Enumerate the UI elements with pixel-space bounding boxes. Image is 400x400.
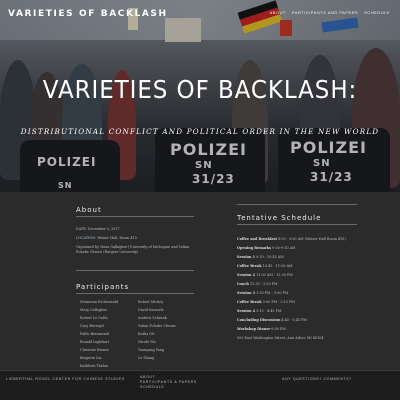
divider bbox=[237, 204, 357, 205]
schedule-item: Coffee Break 3:00 PM - 3:15 PM bbox=[237, 300, 295, 304]
date-label: DATE: bbox=[76, 227, 87, 231]
nav-schedule[interactable]: Schedule bbox=[364, 10, 390, 15]
participant-left: Mary Gallagher bbox=[80, 308, 108, 312]
schedule-label: Opening Remarks bbox=[237, 246, 272, 250]
participant-right: Le Zhang bbox=[138, 356, 155, 360]
divider bbox=[76, 270, 194, 271]
participant-left: Bingwen Liu bbox=[80, 356, 102, 360]
main-content: About DATE: December 5, 2017 LOCATION: W… bbox=[0, 192, 400, 370]
participant-right: Nicole Wu bbox=[138, 340, 156, 344]
hero-subtitle: DISTRIBUTIONAL CONFLICT AND POLITICAL OR… bbox=[20, 127, 380, 136]
divider bbox=[237, 224, 357, 225]
participants-heading: Participants bbox=[76, 283, 130, 291]
schedule-time: 6:00 PM bbox=[271, 327, 286, 331]
nav-participants[interactable]: Participants and Papers bbox=[292, 10, 358, 15]
schedule-item: Opening Remarks 9:00-9:10 AM bbox=[237, 246, 296, 250]
about-location: LOCATION: Weiser Hall, Room 415 bbox=[76, 236, 137, 240]
schedule-time: 3:15 - 4:45 PM bbox=[256, 309, 282, 313]
schedule-time: 1:30 PM - 3:00 PM bbox=[256, 291, 289, 295]
about-date: DATE: December 5, 2017 bbox=[76, 227, 120, 231]
participant-left: Kathleen Thelen bbox=[80, 364, 109, 368]
schedule-label: Session 1 bbox=[237, 255, 255, 259]
schedule-time: 9:10 - 10:45 AM bbox=[256, 255, 284, 259]
top-nav: About Participants and Papers Schedule bbox=[270, 10, 390, 15]
hero-title: VARIETIES OF BACKLASH: bbox=[42, 75, 358, 104]
schedule-time: 4:45 - 5:45 PM bbox=[281, 318, 307, 322]
participant-left: Sebastian Eichenwald bbox=[80, 300, 119, 304]
footer-link-schedule[interactable]: Schedule bbox=[140, 385, 164, 389]
schedule-label: Coffee Break bbox=[237, 300, 262, 304]
schedule-label: Session 4 bbox=[237, 309, 255, 313]
participant-right: Robert Mickey bbox=[138, 300, 164, 304]
schedule-label: Lunch bbox=[237, 282, 249, 286]
about-organizer: Organized by Mara Gallagher (University … bbox=[76, 245, 190, 254]
participant-left: Pablo Beramendi bbox=[80, 332, 110, 336]
divider bbox=[76, 216, 194, 217]
schedule-time: 10:45 - 11:00 AM bbox=[262, 264, 293, 268]
schedule-label: Workshop Dinner bbox=[237, 327, 271, 331]
footer-questions[interactable]: Any Questions? Comments? bbox=[282, 377, 352, 381]
schedule-item: Concluding Discussion 4:45 - 5:45 PM bbox=[237, 318, 307, 322]
participant-right: David Samuels bbox=[138, 308, 164, 312]
schedule-time: 12:30 - 1:30 PM bbox=[249, 282, 278, 286]
schedule-label: Concluding Discussion bbox=[237, 318, 281, 322]
participant-left: Christine Kinnes bbox=[80, 348, 109, 352]
participant-left: Gary Herrigel bbox=[80, 324, 104, 328]
location-value: Weiser Hall, Room 415 bbox=[97, 236, 137, 240]
participant-right: Kutha Oti bbox=[138, 332, 155, 336]
schedule-item: Session 2 11:00 AM - 12:30 PM bbox=[237, 273, 293, 277]
nav-about[interactable]: About bbox=[270, 10, 286, 15]
footer-link-participants[interactable]: Participants & Papers bbox=[140, 380, 197, 384]
location-label: LOCATION: bbox=[76, 236, 97, 240]
schedule-time: 3:00 PM - 3:15 PM bbox=[262, 300, 295, 304]
schedule-item: Lunch 12:30 - 1:30 PM bbox=[237, 282, 277, 286]
footer-center-name[interactable]: Lieberthal Rogel Center for Chinese Stud… bbox=[6, 377, 125, 381]
schedule-item: Session 4 3:15 - 4:45 PM bbox=[237, 309, 281, 313]
schedule-address: 500 East Washington Street, Ann Arbor, M… bbox=[237, 336, 324, 340]
date-value: December 5, 2017 bbox=[87, 227, 120, 231]
schedule-item: Coffee Break 10:45 - 11:00 AM bbox=[237, 264, 293, 268]
participant-right: Yolian Echabe Chrorn bbox=[138, 324, 176, 328]
divider bbox=[76, 293, 194, 294]
schedule-item: Coffee and Breakfast 8:00 - 9:00 AM (Wei… bbox=[237, 237, 346, 241]
schedule-label: Session 3 bbox=[237, 291, 255, 295]
schedule-time: 9:00-9:10 AM bbox=[272, 246, 296, 250]
about-heading: About bbox=[76, 206, 102, 214]
schedule-heading: Tentative Schedule bbox=[237, 214, 322, 222]
schedule-label: Coffee and Breakfast bbox=[237, 237, 277, 241]
schedule-label: Coffee Break bbox=[237, 264, 262, 268]
schedule-time: 8:00 - 9:00 AM (Weiser Hall Room 415) bbox=[278, 237, 346, 241]
site-footer: Lieberthal Rogel Center for Chinese Stud… bbox=[0, 370, 400, 400]
schedule-item: Workshop Dinner 6:00 PM bbox=[237, 327, 286, 331]
schedule-label: Session 2 bbox=[237, 273, 255, 277]
schedule-item: Session 3 1:30 PM - 3:00 PM bbox=[237, 291, 288, 295]
participant-right: Andrew Schrank bbox=[138, 316, 167, 320]
participant-right: Yuanyang Yang bbox=[138, 348, 165, 352]
participant-left: Robert Le Galès bbox=[80, 316, 108, 320]
schedule-item: Session 1 9:10 - 10:45 AM bbox=[237, 255, 284, 259]
footer-link-about[interactable]: About bbox=[140, 375, 155, 379]
participant-left: Ronald Inglehart bbox=[80, 340, 110, 344]
site-brand[interactable]: VARIETIES OF BACKLASH bbox=[8, 9, 168, 19]
hero-banner: POLIZEI SN POLIZEI SN 31/23 POLIZEI SN 3… bbox=[0, 0, 400, 192]
schedule-time: 11:00 AM - 12:30 PM bbox=[256, 273, 293, 277]
